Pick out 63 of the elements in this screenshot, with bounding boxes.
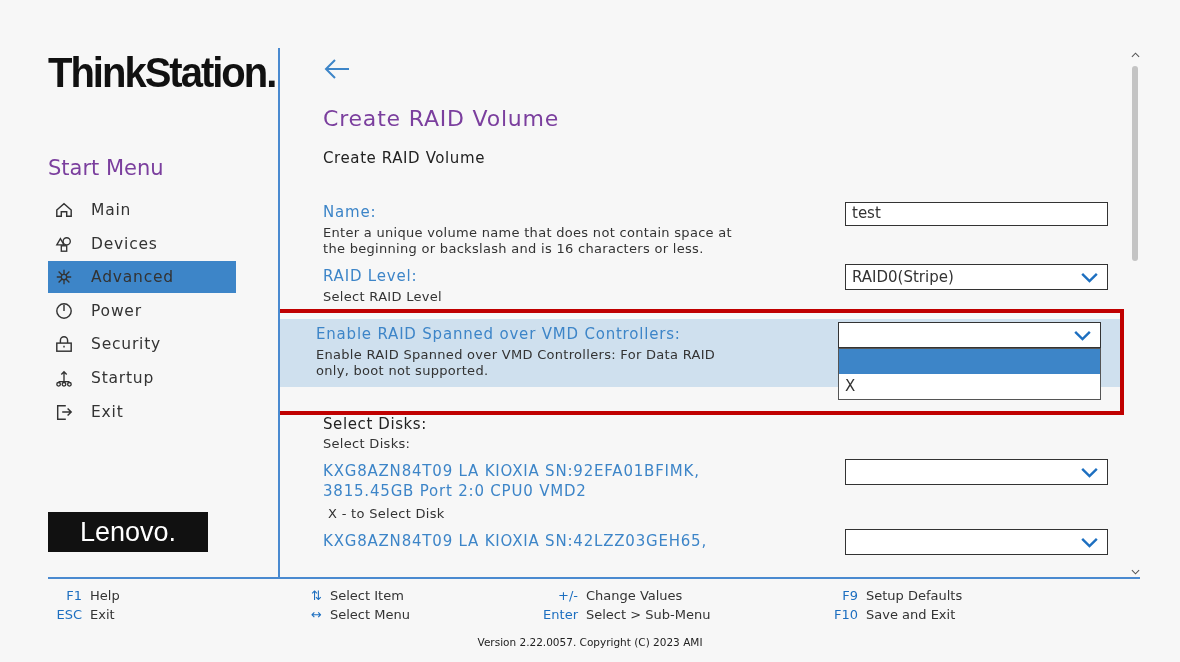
help-text: Select Disks: [323, 436, 412, 452]
page-subtitle: Create RAID Volume [323, 149, 487, 167]
hotkey-action: Select Menu [330, 606, 410, 623]
dropdown[interactable] [845, 529, 1108, 555]
setting-label: Enable RAID Spanned over VMD Controllers: [316, 324, 682, 344]
section-heading: Select Disks: [323, 415, 428, 433]
chevron-down-icon [1073, 329, 1092, 341]
setting-row[interactable]: RAID Level: Select RAID Level RAID0(Stripe) [280, 261, 1130, 309]
text-field[interactable]: test [845, 202, 1108, 226]
home-icon [55, 201, 73, 219]
hotkey: F10 [832, 606, 858, 623]
hotkey-action: Save and Exit [866, 606, 956, 623]
hotkey: ⇅ [310, 587, 322, 604]
help-text: Select RAID Level [323, 289, 444, 305]
menu-item[interactable]: Exit [48, 395, 236, 428]
power-icon [55, 301, 73, 320]
help-text: X - to Select Disk [328, 506, 446, 522]
scroll-down-icon[interactable] [1130, 569, 1140, 575]
menu-item[interactable]: Devices [48, 227, 236, 260]
hotkey: ↔ [310, 606, 322, 623]
lock-icon [55, 335, 73, 354]
help-text: Enable RAID Spanned over VMD Controllers: For Data RAID only, boot not supported. [316, 347, 717, 379]
thinkstation-logo: ThinkStation. [48, 48, 277, 96]
hotkey-action: Setup Defaults [866, 587, 963, 604]
hotkey: F9 [841, 587, 858, 604]
menu-item[interactable]: Security [48, 328, 236, 361]
help-text: Enter a unique volume name that does not contain space at the beginning or backslash and is 16 characters or less. [323, 225, 733, 257]
hotkey: F1 [65, 587, 82, 604]
menu-item[interactable]: Main [48, 194, 236, 226]
menu-item[interactable]: Startup [48, 361, 236, 394]
menu-title: Start Menu [48, 156, 165, 180]
setting-label: Name: [323, 202, 378, 222]
hotkey: Enter [542, 606, 578, 623]
hotkey-action: Select > Sub-Menu [586, 606, 711, 623]
setting-row[interactable]: KXG8AZN84T09 LA KIOXIA SN:42LZZ03GEH65, [280, 526, 1130, 559]
hotkey-action: Exit [90, 606, 115, 623]
hotkey-action: Select Item [330, 587, 404, 604]
chevron-down-icon [1080, 536, 1099, 548]
hotkey: +/- [557, 587, 578, 604]
asterisk-icon [55, 268, 73, 287]
chevron-down-icon [1080, 271, 1099, 283]
setting-label: RAID Level: [323, 266, 419, 286]
scroll-thumb[interactable] [1132, 66, 1138, 261]
shapes-icon [55, 234, 73, 253]
version-text: Version 2.22.0057. Copyright (C) 2023 AMI [476, 636, 704, 648]
setting-row[interactable]: Name: Enter a unique volume name that does not contain space at the beginning or backslash and is 16 characters or less. test [280, 197, 1130, 261]
dropdown[interactable]: RAID0(Stripe) [845, 264, 1108, 290]
scroll-up-icon[interactable] [1130, 52, 1140, 58]
setting-label: KXG8AZN84T09 LA KIOXIA SN:42LZZ03GEH65, [323, 531, 709, 551]
network-icon [55, 368, 73, 387]
page-title: Create RAID Volume [323, 106, 561, 131]
setting-label: KXG8AZN84T09 LA KIOXIA SN:92EFA01BFIMK, 3815.45GB Port 2:0 CPU0 VMD2 [323, 461, 701, 501]
hotkey: ESC [55, 606, 82, 623]
back-arrow-icon[interactable] [323, 58, 351, 80]
lenovo-logo: Lenovo. [48, 512, 208, 552]
exit-icon [55, 402, 73, 421]
menu-item[interactable]: Power [48, 294, 236, 327]
chevron-down-icon [1080, 466, 1099, 478]
hotkey-action: Help [90, 587, 120, 604]
dropdown[interactable] [845, 459, 1108, 485]
hotkey-action: Change Values [586, 587, 683, 604]
dropdown[interactable] [838, 322, 1101, 348]
setting-row[interactable]: KXG8AZN84T09 LA KIOXIA SN:92EFA01BFIMK, 3815.45GB Port 2:0 CPU0 VMD2 X - to Select Disk [280, 456, 1130, 526]
